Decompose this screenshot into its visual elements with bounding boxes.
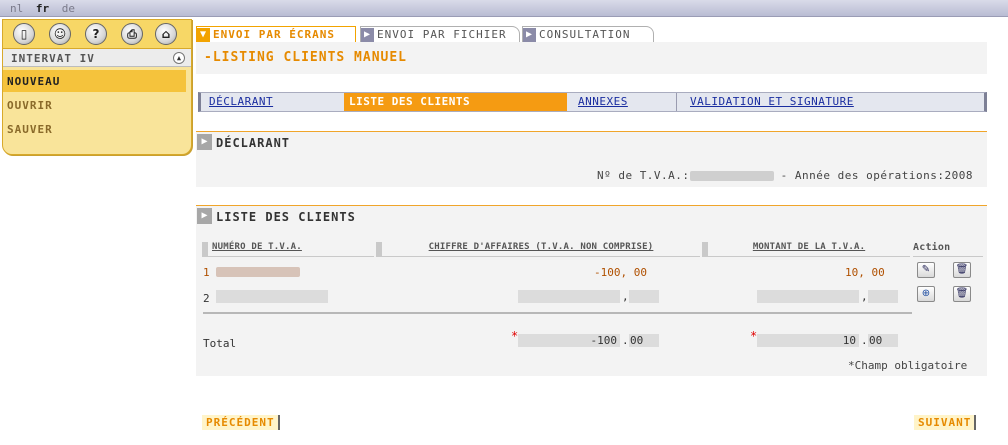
decimal-separator: , (861, 290, 868, 303)
redacted-vat-row1 (216, 267, 300, 277)
top-bar: nl fr de (0, 0, 1008, 17)
section-title: LISTE DES CLIENTS (216, 210, 356, 224)
tab-envoi-par-fichier[interactable]: ▶ ENVOI PAR FICHIER (360, 26, 520, 42)
help-icon[interactable]: ? (85, 23, 107, 45)
total-vat-dec: 00 (868, 334, 898, 347)
trash-icon[interactable]: 🗑 (953, 286, 971, 302)
left-panel: ▯ ☺ ? ⎙ ⌂ INTERVAT IV ▲ NOUVEAU OUVRIR S… (2, 19, 192, 155)
page-title: -LISTING CLIENTS MANUEL (204, 50, 408, 65)
previous-button[interactable]: PRÉCÉDENT (202, 415, 280, 430)
redacted-vat (689, 171, 774, 181)
home-icon[interactable]: ⌂ (155, 23, 177, 45)
divider (203, 312, 912, 314)
collapse-icon[interactable]: ▲ (173, 52, 185, 64)
total-turnover-dec: 00 (629, 334, 659, 347)
row1-turnover[interactable]: -100, 00 (594, 266, 647, 279)
print-icon[interactable]: ⎙ (121, 23, 143, 45)
vat-amount-dec-input[interactable] (868, 290, 898, 303)
door-exit-icon[interactable]: ▯ (13, 23, 35, 45)
section-declarant: ▶ DÉCLARANT Nº de T.V.A.: - Année des op… (196, 131, 987, 187)
next-button[interactable]: SUIVANT (914, 415, 977, 430)
column-header-turnover: CHIFFRE D'AFFAIRES (T.V.A. NON COMPRISE) (376, 242, 700, 257)
chevron-right-icon: ▶ (197, 134, 212, 150)
decimal-separator: , (622, 290, 629, 303)
language-switcher: nl fr de (10, 2, 81, 15)
menu-item-ouvrir[interactable]: OUVRIR (3, 94, 186, 116)
sub-tabs: DÉCLARANT LISTE DES CLIENTS ANNEXES VALI… (198, 92, 987, 112)
row-index: 1 (203, 266, 210, 279)
edit-icon[interactable]: ✎ (917, 262, 935, 278)
subtab-validation[interactable]: VALIDATION ET SIGNATURE (685, 93, 905, 111)
chevron-right-icon: ▶ (523, 28, 536, 42)
turnover-dec-input[interactable] (629, 290, 659, 303)
required-note: *Champ obligatoire (848, 359, 968, 372)
toolbar-icons: ▯ ☺ ? ⎙ ⌂ (3, 20, 191, 49)
tab-consultation[interactable]: ▶ CONSULTATION (522, 26, 654, 42)
section-header: ▶ DÉCLARANT (196, 131, 987, 151)
subtab-declarant[interactable]: DÉCLARANT (204, 93, 344, 111)
trash-icon[interactable]: 🗑 (953, 262, 971, 278)
user-icon[interactable]: ☺ (49, 23, 71, 45)
lang-de[interactable]: de (62, 2, 75, 15)
subtab-annexes[interactable]: ANNEXES (573, 93, 673, 111)
column-header-action: Action (913, 242, 983, 257)
tab-divider (676, 93, 677, 111)
column-header-vat: NUMÉRO DE T.V.A. (202, 242, 374, 257)
menu-item-sauver[interactable]: SAUVER (3, 118, 186, 140)
total-turnover-int: -100 (518, 334, 620, 347)
year-value: 2008 (944, 169, 973, 182)
app-title: INTERVAT IV (11, 52, 95, 65)
chevron-down-icon: ▼ (197, 28, 210, 42)
tab-envoi-par-ecrans[interactable]: ▼ ENVOI PAR ÉCRANS (196, 26, 356, 42)
declarant-info: Nº de T.V.A.: - Année des opérations:200… (596, 169, 973, 182)
chevron-right-icon: ▶ (361, 28, 374, 42)
column-header-vat-amount: MONTANT DE LA T.V.A. (702, 242, 910, 257)
row-index: 2 (203, 292, 210, 305)
total-vat-int: 10 (757, 334, 859, 347)
section-header: ▶ LISTE DES CLIENTS (196, 205, 987, 225)
subtab-liste-des-clients[interactable]: LISTE DES CLIENTS (344, 93, 567, 111)
menu-item-nouveau[interactable]: NOUVEAU (3, 70, 186, 92)
add-icon[interactable]: ⊕ (917, 286, 935, 302)
total-label: Total (203, 337, 237, 350)
decimal-separator: . (622, 334, 629, 347)
lang-fr[interactable]: fr (36, 2, 49, 15)
section-title: DÉCLARANT (216, 136, 291, 150)
vat-number-input[interactable] (216, 290, 328, 303)
page-header: -LISTING CLIENTS MANUEL (196, 42, 987, 74)
lang-nl[interactable]: nl (10, 2, 23, 15)
row1-vat-amount[interactable]: 10, 00 (845, 266, 885, 279)
app-title-bar: INTERVAT IV ▲ (3, 49, 191, 67)
turnover-int-input[interactable] (518, 290, 620, 303)
chevron-right-icon: ▶ (197, 208, 212, 224)
vat-amount-int-input[interactable] (757, 290, 859, 303)
decimal-separator: . (861, 334, 868, 347)
